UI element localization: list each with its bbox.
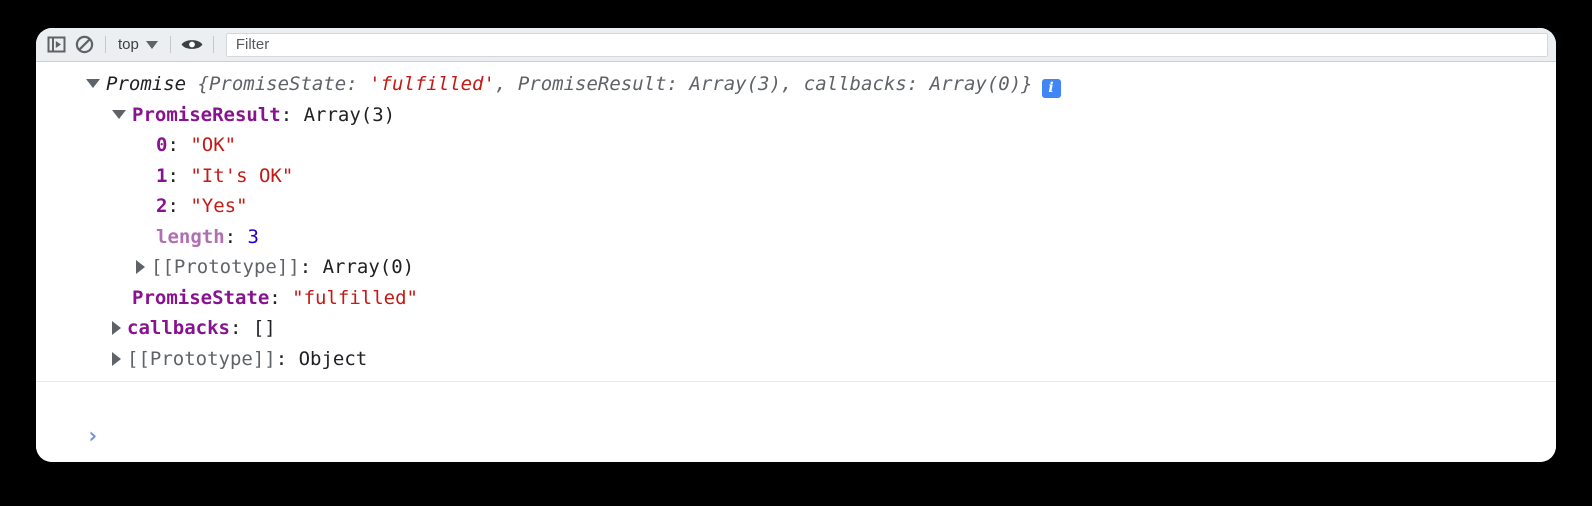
console-line-array-index-2: 2: "Yes" bbox=[36, 191, 1556, 222]
segment-punct: : bbox=[280, 103, 304, 126]
console-line-promise-root: Promise {PromiseState: 'fulfilled', Prom… bbox=[36, 69, 1556, 100]
segment-obj-name: Promise bbox=[106, 73, 198, 95]
segment-prop: 1 bbox=[156, 164, 168, 187]
console-line-promise-state: PromiseState: "fulfilled" bbox=[36, 283, 1556, 314]
console-line-array-index-1: 1: "It's OK" bbox=[36, 161, 1556, 192]
segment-number: 3 bbox=[247, 225, 259, 248]
filter-input[interactable]: Filter bbox=[225, 32, 1548, 57]
disclosure-triangle-expanded-icon[interactable] bbox=[86, 79, 100, 88]
segment-prop: 0 bbox=[156, 134, 168, 156]
segment-punct: : bbox=[275, 347, 299, 370]
segment-string: "fulfilled" bbox=[292, 286, 419, 309]
segment-prop: callbacks bbox=[127, 317, 230, 339]
execution-context-selector[interactable]: top bbox=[113, 33, 163, 57]
execution-context-label: top bbox=[118, 36, 139, 53]
segment-string: "OK" bbox=[190, 134, 237, 156]
segment-string: "Yes" bbox=[190, 195, 248, 217]
devtools-console-panel: top Filter Promise {PromiseState: 'fulfi… bbox=[36, 28, 1556, 462]
console-line-array-index-0: 0: "OK" bbox=[36, 130, 1556, 161]
segment-plain: Object bbox=[298, 347, 368, 370]
filter-placeholder: Filter bbox=[235, 36, 270, 53]
segment-preview: {PromiseState: bbox=[197, 73, 370, 95]
segment-punct: : bbox=[299, 256, 323, 278]
eye-live-expression-icon[interactable] bbox=[178, 32, 206, 58]
segment-prop: PromiseState bbox=[132, 286, 270, 309]
segment-prop: 2 bbox=[156, 195, 168, 217]
segment-prop: PromiseResult bbox=[132, 103, 281, 126]
disclosure-triangle-expanded-icon[interactable] bbox=[112, 109, 126, 119]
sidebar-panel-icon[interactable] bbox=[42, 32, 70, 58]
segment-punct: : bbox=[269, 286, 293, 309]
console-prompt-row[interactable]: › bbox=[36, 412, 1556, 462]
segment-prop-dim: length bbox=[156, 225, 225, 248]
toolbar-divider-1 bbox=[105, 36, 106, 53]
segment-string: "It's OK" bbox=[190, 164, 294, 187]
console-line-array-prototype: [[Prototype]]: Array(0) bbox=[36, 252, 1556, 283]
console-line-promise-result: PromiseResult: Array(3) bbox=[36, 100, 1556, 131]
segment-plain: [] bbox=[252, 317, 276, 339]
segment-preview: , PromiseResult: Array(3), callbacks: Ar… bbox=[494, 73, 1033, 95]
disclosure-triangle-collapsed-icon[interactable] bbox=[112, 351, 121, 366]
segment-punct: : bbox=[167, 195, 191, 217]
segment-plain: Array(0) bbox=[322, 256, 415, 278]
no-entry-clear-icon[interactable] bbox=[70, 32, 98, 58]
segment-str-italic: 'fulfilled' bbox=[369, 73, 495, 95]
console-toolbar: top Filter bbox=[36, 28, 1556, 62]
console-message-group: Promise {PromiseState: 'fulfilled', Prom… bbox=[36, 69, 1556, 382]
console-line-object-prototype: [[Prototype]]: Object bbox=[36, 344, 1556, 375]
toolbar-divider-2 bbox=[169, 36, 171, 53]
segment-internal: [[Prototype]] bbox=[151, 256, 300, 278]
segment-punct: : bbox=[229, 317, 253, 339]
console-output: Promise {PromiseState: 'fulfilled', Prom… bbox=[36, 62, 1556, 412]
disclosure-triangle-collapsed-icon[interactable] bbox=[112, 321, 121, 335]
chevron-down-icon bbox=[145, 40, 158, 49]
disclosure-triangle-collapsed-icon[interactable] bbox=[136, 260, 145, 274]
info-badge-icon[interactable]: i bbox=[1041, 78, 1061, 98]
segment-punct: : bbox=[167, 134, 191, 156]
segment-punct: : bbox=[224, 225, 248, 248]
console-line-array-length: length: 3 bbox=[36, 222, 1556, 253]
toolbar-divider-3 bbox=[212, 36, 214, 53]
segment-internal: [[Prototype]] bbox=[127, 347, 276, 370]
prompt-chevron-icon: › bbox=[86, 424, 100, 449]
console-line-callbacks: callbacks: [] bbox=[36, 313, 1556, 344]
segment-plain: Array(3) bbox=[303, 103, 396, 126]
segment-punct: : bbox=[167, 164, 191, 187]
